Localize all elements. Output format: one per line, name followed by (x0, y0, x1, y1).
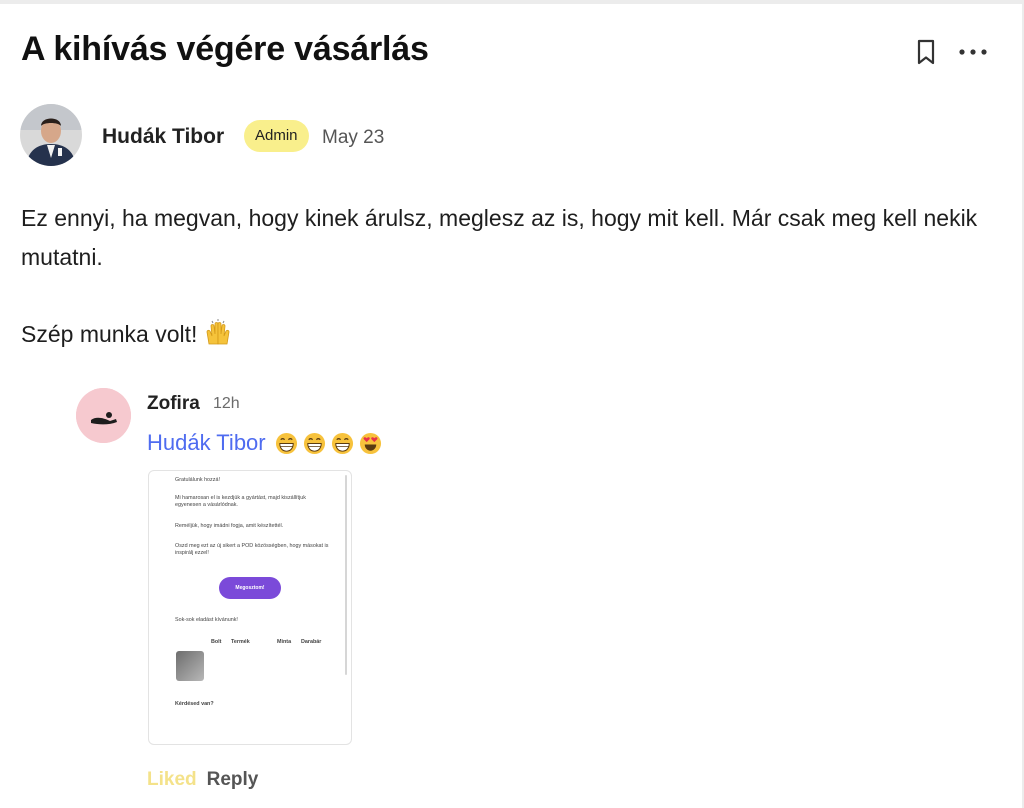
table-header: Termék (231, 639, 250, 645)
emoji-row (275, 432, 382, 455)
grinning-face-emoji (331, 432, 353, 454)
table-header: Darabár (301, 639, 322, 645)
attachment-line: Oszd meg ezt az új sikert a POD közösség… (175, 543, 329, 556)
attachment-line: Kérdésed van? (175, 701, 214, 707)
post-closing-text: Szép munka volt! (21, 321, 198, 347)
grinning-face-emoji (275, 432, 297, 454)
share-button-preview: Megosztom! (219, 577, 281, 599)
table-header: Bolt (211, 639, 222, 645)
attachment-line: Gratulálunk hozzá! (175, 477, 220, 483)
post-date: May 23 (322, 127, 385, 148)
product-thumbnail (176, 651, 204, 681)
mention-link[interactable]: Hudák Tibor (147, 430, 266, 456)
commenter-name[interactable]: Zofira (147, 393, 200, 415)
reply-button[interactable]: Reply (207, 769, 259, 791)
comment-actions: Liked Reply (147, 769, 258, 791)
like-button[interactable]: Liked (147, 769, 197, 791)
raising-hands-emoji (206, 319, 230, 345)
post-title: A kihívás végére vásárlás (21, 30, 429, 68)
author-name[interactable]: Hudák Tibor (102, 125, 224, 149)
post-paragraph-2: Szép munka volt! (21, 315, 981, 354)
more-icon[interactable] (957, 40, 989, 64)
post-header: Hudák Tibor Admin May 23 (20, 104, 620, 168)
post-body: Ez ennyi, ha megvan, hogy kinek árulsz, … (21, 199, 981, 354)
thumb-scrollbar (345, 475, 347, 675)
heart-eyes-emoji (359, 432, 381, 454)
attachment-line: Sok-sok eladást kívánunk! (175, 617, 238, 623)
comment-text: Hudák Tibor (147, 428, 382, 458)
commenter-avatar[interactable] (76, 388, 131, 443)
comment-time: 12h (213, 395, 240, 412)
author-avatar[interactable] (20, 104, 82, 166)
attachment-line: Reméljük, hogy imádni fogja, amit készít… (175, 523, 284, 529)
grinning-face-emoji (303, 432, 325, 454)
top-divider (0, 0, 1024, 4)
table-header: Minta (277, 639, 292, 645)
post-paragraph: Ez ennyi, ha megvan, hogy kinek árulsz, … (21, 205, 978, 270)
attachment-image[interactable]: Gratulálunk hozzá! Mi hamarosan el is ke… (148, 470, 352, 745)
attachment-line: Mi hamarosan el is kezdjük a gyártást, m… (175, 495, 306, 508)
comment: Zofira 12h Hudák Tibor Gratulálunk hozzá… (76, 388, 676, 798)
admin-badge: Admin (244, 120, 309, 152)
bookmark-icon[interactable] (913, 38, 939, 66)
